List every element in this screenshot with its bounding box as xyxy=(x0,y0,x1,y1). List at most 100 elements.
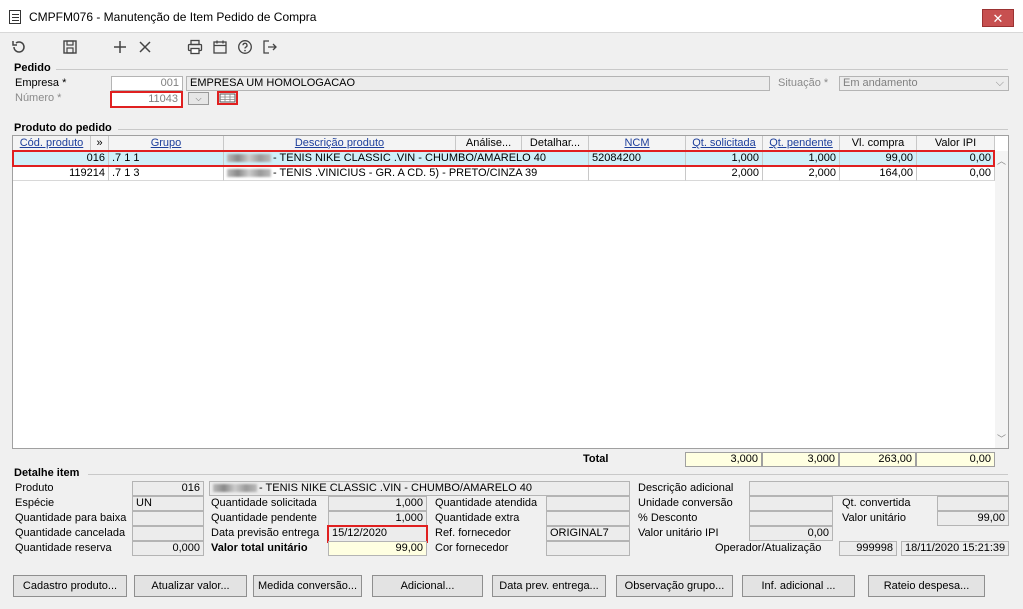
qtd-solicitada-label: Quantidade solicitada xyxy=(211,497,317,509)
cell-valor-ipi: 0,00 xyxy=(917,166,995,181)
total-qt-solicitada: 3,000 xyxy=(685,452,762,467)
app-icon xyxy=(9,10,21,24)
valor-unitario-label: Valor unitário xyxy=(842,512,906,524)
qtd-reserva-field: 0,000 xyxy=(132,541,204,556)
qtd-baixa-field xyxy=(132,511,204,526)
col-detalhar[interactable]: Detalhar... xyxy=(522,136,589,151)
ref-fornecedor-field: ORIGINAL7 xyxy=(546,526,630,541)
valor-unitario-ipi-field: 0,00 xyxy=(749,526,833,541)
cell-grupo: .7 1 3 xyxy=(109,166,224,181)
qtd-pendente-field: 1,000 xyxy=(328,511,427,526)
inf-adicional-button[interactable]: Inf. adicional ... xyxy=(742,575,855,597)
valor-unitario-ipi-label: Valor unitário IPI xyxy=(638,527,719,539)
numero-label: Número * xyxy=(15,92,62,104)
col-qt-solicitada[interactable]: Qt. solicitada xyxy=(686,136,763,151)
col-grupo[interactable]: Grupo xyxy=(109,136,224,151)
produto-label: Produto xyxy=(15,482,54,494)
numero-dropdown-button[interactable]: ⌵ xyxy=(188,92,209,105)
add-icon[interactable] xyxy=(110,37,130,57)
atualizacao-field: 18/11/2020 15:21:39 xyxy=(901,541,1009,556)
cell-qt-pendente: 1,000 xyxy=(763,151,840,166)
data-previsao-label: Data previsão entrega xyxy=(211,527,320,539)
situacao-value: Em andamento xyxy=(843,77,918,89)
qtd-pendente-label: Quantidade pendente xyxy=(211,512,317,524)
col-descricao[interactable]: Descrição produto xyxy=(224,136,456,151)
cadastro-produto-button[interactable]: Cadastro produto... xyxy=(13,575,127,597)
numero-field[interactable]: 11043 xyxy=(110,91,183,108)
chevron-down-icon: ⌵ xyxy=(195,94,202,103)
empresa-label: Empresa * xyxy=(15,77,67,89)
adicional-button[interactable]: Adicional... xyxy=(372,575,483,597)
medida-conversao-button[interactable]: Medida conversão... xyxy=(253,575,362,597)
valor-total-field: 99,00 xyxy=(328,541,427,556)
table-row[interactable]: 119214 .7 1 3 - TENIS .VINICIUS - GR. A … xyxy=(13,166,995,181)
operador-label: Operador/Atualização xyxy=(715,542,822,554)
exit-icon[interactable] xyxy=(260,37,280,57)
grid-lookup-icon xyxy=(219,93,236,103)
cell-vl-compra: 99,00 xyxy=(840,151,917,166)
close-icon[interactable] xyxy=(135,37,155,57)
table-row[interactable]: 016 .7 1 1 - TENIS NIKE CLASSIC .VIN - C… xyxy=(13,151,995,166)
cell-qt-pendente: 2,000 xyxy=(763,166,840,181)
save-icon[interactable] xyxy=(60,37,80,57)
total-vl-compra: 263,00 xyxy=(839,452,916,467)
total-valor-ipi: 0,00 xyxy=(916,452,995,467)
col-ncm[interactable]: NCM xyxy=(589,136,686,151)
total-qt-pendente: 3,000 xyxy=(762,452,839,467)
cell-valor-ipi: 0,00 xyxy=(917,151,995,166)
col-qt-pendente[interactable]: Qt. pendente xyxy=(763,136,840,151)
detalhe-divider xyxy=(88,474,1008,475)
produto-desc-field: - TENIS NIKE CLASSIC .VIN - CHUMBO/AMARE… xyxy=(209,481,630,496)
empresa-code-field[interactable]: 001 xyxy=(111,76,183,91)
qtd-atendida-label: Quantidade atendida xyxy=(435,497,538,509)
situacao-label: Situação * xyxy=(778,77,829,89)
scroll-up-icon[interactable]: ︿ xyxy=(997,154,1006,167)
chevron-down-icon: ⌵ xyxy=(995,77,1004,89)
grid-scrollbar[interactable]: ︿ ﹀ xyxy=(995,151,1008,448)
calendar-icon[interactable] xyxy=(210,37,230,57)
numero-lookup-button[interactable] xyxy=(217,91,238,105)
operador-field: 999998 xyxy=(839,541,897,556)
valor-unitario-field: 99,00 xyxy=(937,511,1009,526)
ref-fornecedor-label: Ref. fornecedor xyxy=(435,527,511,539)
desc-adicional-label: Descrição adicional xyxy=(638,482,734,494)
cell-cod: 016 xyxy=(13,151,109,166)
produto-divider xyxy=(118,129,1008,130)
col-cod-produto[interactable]: Cód. produto xyxy=(13,136,91,151)
produto-code-field: 016 xyxy=(132,481,204,496)
window-close-button[interactable]: ✕ xyxy=(982,9,1014,27)
situacao-select[interactable]: Em andamento ⌵ xyxy=(839,76,1009,91)
qtd-cancelada-label: Quantidade cancelada xyxy=(15,527,126,539)
print-icon[interactable] xyxy=(185,37,205,57)
cell-qt-solicitada: 2,000 xyxy=(686,166,763,181)
help-icon[interactable] xyxy=(235,37,255,57)
rateio-despesa-button[interactable]: Rateio despesa... xyxy=(868,575,985,597)
qtd-baixa-label: Quantidade para baixa xyxy=(15,512,127,524)
data-prev-entrega-button[interactable]: Data prev. entrega... xyxy=(492,575,606,597)
desconto-field xyxy=(749,511,833,526)
items-grid[interactable]: Cód. produto » Grupo Descrição produto A… xyxy=(12,135,1009,449)
scroll-down-icon[interactable]: ﹀ xyxy=(997,432,1006,445)
atualizar-valor-button[interactable]: Atualizar valor... xyxy=(134,575,247,597)
cell-descricao: - TENIS NIKE CLASSIC .VIN - CHUMBO/AMARE… xyxy=(224,151,589,166)
cell-cod: 119214 xyxy=(13,166,109,181)
window-title: CMPFM076 - Manutenção de Item Pedido de … xyxy=(29,10,317,24)
produto-section-title: Produto do pedido xyxy=(14,122,112,134)
undo-icon[interactable] xyxy=(9,37,29,57)
desconto-label: % Desconto xyxy=(638,512,698,524)
qtd-solicitada-field: 1,000 xyxy=(328,496,427,511)
detalhe-section-title: Detalhe item xyxy=(14,467,80,479)
qtd-extra-field xyxy=(546,511,630,526)
unidade-conversao-label: Unidade conversão xyxy=(638,497,733,509)
col-valor-ipi[interactable]: Valor IPI xyxy=(917,136,995,151)
cell-ncm: 52084200 xyxy=(589,151,686,166)
col-vl-compra[interactable]: Vl. compra xyxy=(840,136,917,151)
redacted-text xyxy=(227,169,271,178)
col-analise[interactable]: Análise... xyxy=(456,136,522,151)
col-expand[interactable]: » xyxy=(91,136,109,151)
cell-descricao-text: - TENIS NIKE CLASSIC .VIN - CHUMBO/AMARE… xyxy=(273,152,547,164)
cell-grupo: .7 1 1 xyxy=(109,151,224,166)
produto-desc-text: - TENIS NIKE CLASSIC .VIN - CHUMBO/AMARE… xyxy=(259,482,533,494)
unidade-conversao-field xyxy=(749,496,833,511)
observacao-grupo-button[interactable]: Observação grupo... xyxy=(616,575,733,597)
